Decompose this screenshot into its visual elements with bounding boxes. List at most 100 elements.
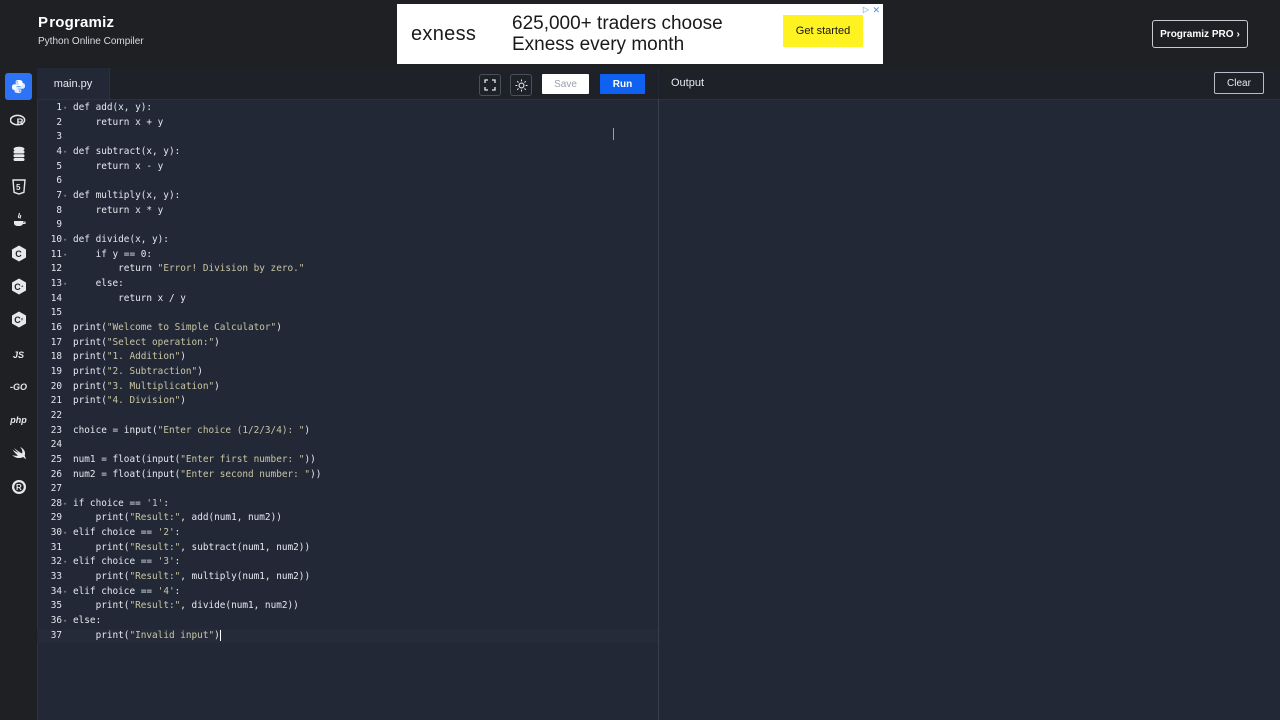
code-text: print("Invalid input")	[73, 629, 221, 641]
code-line[interactable]: 9	[37, 218, 658, 233]
brand[interactable]: Programiz Python Online Compiler	[38, 14, 144, 47]
sidebar-item-html[interactable]: 5	[5, 173, 32, 200]
fullscreen-button[interactable]	[479, 74, 501, 96]
fold-arrow-icon[interactable]: ▾	[63, 277, 67, 292]
sidebar-item-java[interactable]	[5, 206, 32, 233]
sidebar-item-sql[interactable]	[5, 140, 32, 167]
close-icon[interactable]: ✕	[872, 5, 880, 16]
code-line[interactable]: 23 choice = input("Enter choice (1/2/3/4)…	[37, 424, 658, 439]
clear-button[interactable]: Clear	[1214, 72, 1264, 94]
text-caret	[219, 629, 221, 641]
advertisement-banner[interactable]: exness 625,000+ traders choose Exness ev…	[397, 4, 883, 64]
code-text: return x + y	[73, 116, 164, 128]
cpp-icon: C +	[11, 278, 26, 295]
fold-arrow-icon[interactable]: ▾	[63, 233, 67, 248]
code-line[interactable]: 36 ▾ else:	[37, 614, 658, 629]
line-number: 18	[50, 351, 62, 363]
sidebar-item-r[interactable]: R	[5, 107, 32, 134]
fold-arrow-icon[interactable]: ▾	[63, 145, 67, 160]
fold-arrow-icon[interactable]: ▾	[63, 614, 67, 629]
code-line[interactable]: 8 return x * y	[37, 204, 658, 219]
code-text: print("2. Subtraction")	[73, 365, 203, 377]
code-line[interactable]: 21 print("4. Division")	[37, 394, 658, 409]
ad-headline-line1: 625,000+ traders choose	[512, 13, 723, 34]
fold-arrow-icon[interactable]: ▾	[63, 248, 67, 263]
fold-arrow-icon[interactable]: ▾	[63, 189, 67, 204]
sidebar-item-go[interactable]: -GO	[5, 373, 32, 400]
code-line[interactable]: 32 ▾ elif choice == '3':	[37, 555, 658, 570]
code-line[interactable]: 7 ▾ def multiply(x, y):	[37, 189, 658, 204]
line-number: 7	[56, 189, 62, 201]
output-title: Output	[671, 77, 705, 89]
output-panel[interactable]	[660, 100, 1280, 720]
line-number: 33	[50, 571, 62, 583]
theme-toggle-button[interactable]	[510, 74, 532, 96]
code-line[interactable]: 19 print("2. Subtraction")	[37, 365, 658, 380]
code-line[interactable]: 14 return x / y	[37, 292, 658, 307]
ad-cta-button[interactable]: Get started	[783, 15, 863, 47]
go-icon: -GO	[10, 381, 27, 392]
code-line[interactable]: 11 ▾ if y == 0:	[37, 248, 658, 263]
line-number: 12	[50, 263, 62, 275]
sidebar-item-rust[interactable]: R	[5, 473, 32, 500]
code-text: return x / y	[73, 292, 186, 304]
fold-arrow-icon[interactable]: ▾	[63, 555, 67, 570]
code-line[interactable]: 22	[37, 409, 658, 424]
code-line[interactable]: 16 print("Welcome to Simple Calculator")	[37, 321, 658, 336]
code-line[interactable]: 35 print("Result:", divide(num1, num2))	[37, 599, 658, 614]
code-text: print("Result:", multiply(num1, num2))	[73, 571, 311, 583]
code-line[interactable]: 4 ▾ def subtract(x, y):	[37, 145, 658, 160]
code-line[interactable]: 25 num1 = float(input("Enter first number…	[37, 453, 658, 468]
run-button[interactable]: Run	[600, 74, 645, 94]
code-text: def subtract(x, y):	[73, 145, 181, 157]
code-line[interactable]: 30 ▾ elif choice == '2':	[37, 526, 658, 541]
language-sidebar: R 5 C C + C # JS -GO php R	[0, 68, 38, 720]
sidebar-item-js[interactable]: JS	[5, 341, 32, 368]
fold-arrow-icon[interactable]: ▾	[63, 101, 67, 116]
line-number: 3	[56, 131, 62, 143]
code-line[interactable]: 17 print("Select operation:")	[37, 336, 658, 351]
code-line[interactable]: 10 ▾ def divide(x, y):	[37, 233, 658, 248]
fold-arrow-icon[interactable]: ▾	[63, 497, 67, 512]
code-line[interactable]: 33 print("Result:", multiply(num1, num2)…	[37, 570, 658, 585]
sidebar-item-csharp[interactable]: C #	[5, 306, 32, 333]
code-text: num1 = float(input("Enter first number: …	[73, 453, 316, 465]
code-line[interactable]: 29 print("Result:", add(num1, num2))	[37, 511, 658, 526]
fold-arrow-icon[interactable]: ▾	[63, 526, 67, 541]
sidebar-item-c[interactable]: C	[5, 240, 32, 267]
pane-divider[interactable]	[658, 99, 659, 720]
programiz-logo[interactable]: Programiz	[38, 14, 144, 31]
tab-main-py[interactable]: main.py	[37, 68, 110, 99]
code-line[interactable]: 18 print("1. Addition")	[37, 350, 658, 365]
line-number: 15	[50, 307, 62, 319]
code-line[interactable]: 28 ▾ if choice == '1':	[37, 497, 658, 512]
save-button[interactable]: Save	[542, 74, 589, 94]
code-line[interactable]: 34 ▾ elif choice == '4':	[37, 585, 658, 600]
code-line[interactable]: 24	[37, 438, 658, 453]
code-line[interactable]: 15	[37, 306, 658, 321]
code-text: print("Result:", subtract(num1, num2))	[73, 541, 311, 553]
fold-arrow-icon[interactable]: ▾	[63, 585, 67, 600]
code-line[interactable]: 31 print("Result:", subtract(num1, num2)…	[37, 541, 658, 556]
code-line[interactable]: 12 return "Error! Division by zero."	[37, 262, 658, 277]
line-number: 2	[56, 116, 62, 128]
ad-choices-icon[interactable]: ▷	[863, 5, 869, 14]
code-line[interactable]: 20 print("3. Multiplication")	[37, 380, 658, 395]
code-editor[interactable]: 1 ▾ def add(x, y): 2 return x + y 3 4 ▾ def sub…	[37, 100, 658, 720]
code-line[interactable]: 3	[37, 130, 658, 145]
code-line[interactable]: 13 ▾ else:	[37, 277, 658, 292]
sidebar-item-cpp[interactable]: C +	[5, 273, 32, 300]
programiz-pro-button[interactable]: Programiz PRO ›	[1152, 20, 1248, 48]
sidebar-item-swift[interactable]	[5, 440, 32, 467]
code-line[interactable]: 27	[37, 482, 658, 497]
code-line[interactable]: 37 print("Invalid input")	[37, 628, 658, 644]
code-line[interactable]: 2 return x + y	[37, 116, 658, 131]
sidebar-item-php[interactable]: php	[5, 406, 32, 433]
line-number: 26	[50, 468, 62, 480]
sidebar-item-python[interactable]	[5, 73, 32, 100]
code-line[interactable]: 26 num2 = float(input("Enter second numbe…	[37, 468, 658, 483]
code-line[interactable]: 6	[37, 174, 658, 189]
javascript-icon: JS	[12, 349, 24, 360]
code-line[interactable]: 1 ▾ def add(x, y):	[37, 101, 658, 116]
code-line[interactable]: 5 return x - y	[37, 160, 658, 175]
